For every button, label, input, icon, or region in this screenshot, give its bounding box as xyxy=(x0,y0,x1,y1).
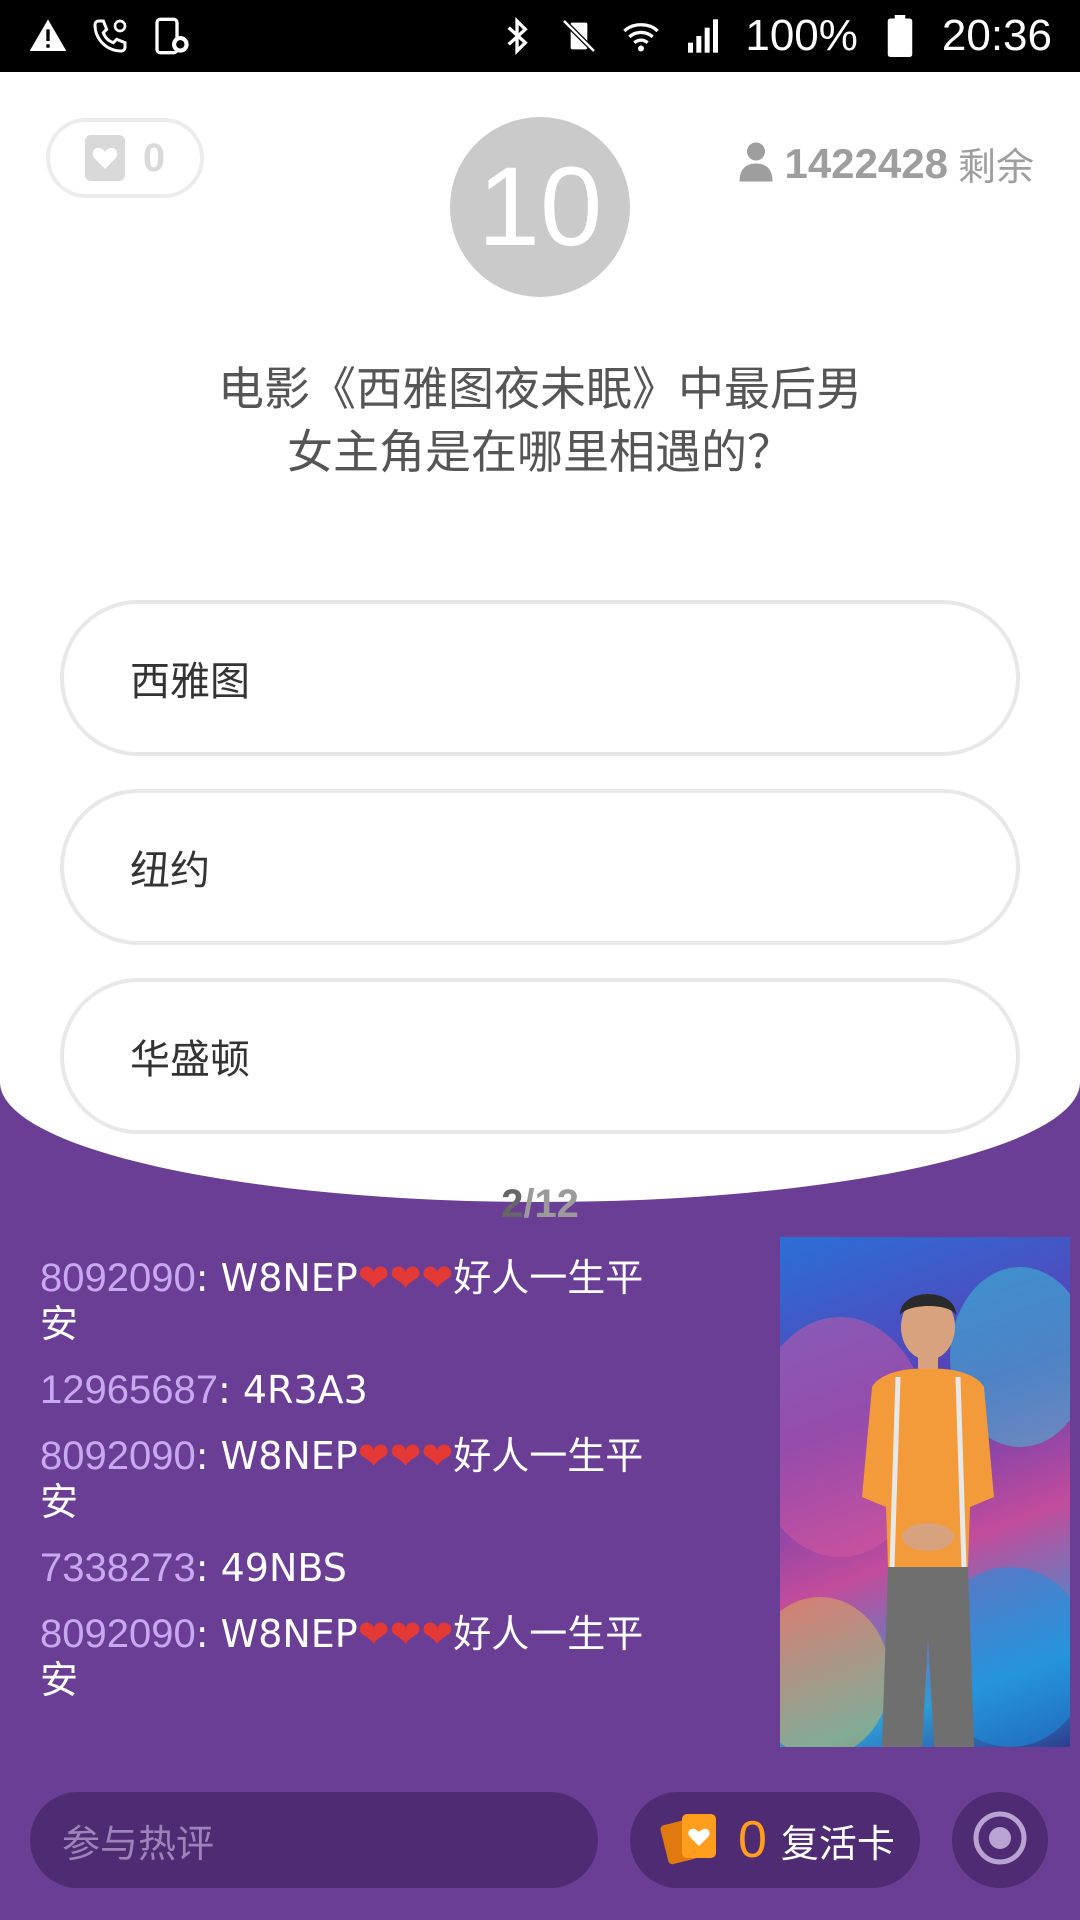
wifi-call-icon xyxy=(90,16,130,56)
progress-total: 12 xyxy=(534,1182,579,1226)
lives-count: 0 xyxy=(142,135,166,180)
remaining-count: 1422428 xyxy=(784,139,948,187)
status-bar: 100% 20:36 xyxy=(0,0,1080,72)
live-chat: 8092090: W8NEP❤❤❤好人一生平安 12965687: 4R3A3 … xyxy=(40,1255,660,1723)
remaining-players: 1422428 剩余 xyxy=(738,136,1034,191)
revive-card-button[interactable]: 0 复活卡 xyxy=(630,1792,920,1888)
comment-placeholder: 参与热评 xyxy=(62,1821,215,1866)
chat-user-id: 8092090 xyxy=(40,1256,196,1300)
chat-text: 4R3A3 xyxy=(242,1368,368,1412)
chat-message: 8092090: W8NEP❤❤❤好人一生平安 xyxy=(40,1433,660,1525)
chat-separator: : xyxy=(195,1612,221,1656)
chat-user-id: 12965687 xyxy=(40,1368,218,1412)
answer-option-3[interactable]: 华盛顿 xyxy=(60,978,1020,1134)
chat-message: 8092090: W8NEP❤❤❤好人一生平安 xyxy=(40,1611,660,1703)
screen-lock-icon xyxy=(152,16,192,56)
chat-separator: : xyxy=(195,1434,221,1478)
answer-option-label: 华盛顿 xyxy=(130,1037,250,1083)
chat-text: 49NBS xyxy=(220,1546,347,1590)
progress-current: 2 xyxy=(501,1182,524,1226)
signal-icon xyxy=(683,16,723,56)
remaining-label: 剩余 xyxy=(957,145,1034,189)
record-button[interactable] xyxy=(952,1792,1048,1888)
person-icon xyxy=(738,141,774,187)
revive-card-icon xyxy=(660,1810,724,1870)
answer-option-1[interactable]: 西雅图 xyxy=(60,600,1020,756)
chat-text: W8NEP xyxy=(220,1256,358,1300)
bluetooth-icon xyxy=(497,16,537,56)
chat-separator: : xyxy=(195,1256,221,1300)
answer-option-label: 纽约 xyxy=(130,848,210,894)
progress-separator: / xyxy=(523,1182,535,1226)
chat-message: 12965687: 4R3A3 xyxy=(40,1367,660,1413)
heart-emoji: ❤❤❤ xyxy=(357,1256,454,1300)
record-icon xyxy=(971,1809,1029,1871)
host-video[interactable] xyxy=(780,1237,1070,1747)
chat-separator: : xyxy=(217,1368,243,1412)
wifi-icon xyxy=(621,16,661,56)
clock: 20:36 xyxy=(941,11,1052,60)
warning-icon xyxy=(28,16,68,56)
battery-icon xyxy=(880,15,920,57)
chat-message: 8092090: W8NEP❤❤❤好人一生平安 xyxy=(40,1255,660,1347)
question-text: 电影《西雅图夜未眠》中最后男女主角是在哪里相遇的？ xyxy=(218,362,862,479)
revive-label: 复活卡 xyxy=(780,1821,895,1866)
chat-separator: : xyxy=(195,1546,221,1590)
revive-count: 0 xyxy=(738,1811,767,1869)
heart-emoji: ❤❤❤ xyxy=(357,1434,454,1478)
heart-emoji: ❤❤❤ xyxy=(357,1612,454,1656)
question-progress: 2/12 xyxy=(0,1182,1080,1227)
chat-message: 7338273: 49NBS xyxy=(40,1545,660,1591)
countdown-timer: 10 xyxy=(450,117,630,297)
battery-percentage: 100% xyxy=(745,11,858,60)
chat-text: W8NEP xyxy=(220,1434,358,1478)
extra-lives-badge[interactable]: 0 xyxy=(46,118,204,198)
answer-option-label: 西雅图 xyxy=(130,659,250,705)
answer-option-2[interactable]: 纽约 xyxy=(60,789,1020,945)
chat-text: W8NEP xyxy=(220,1612,358,1656)
heart-card-icon xyxy=(84,135,125,181)
chat-user-id: 8092090 xyxy=(40,1612,196,1656)
comment-input[interactable]: 参与热评 xyxy=(30,1792,598,1888)
chat-user-id: 7338273 xyxy=(40,1546,196,1590)
vibrate-off-icon xyxy=(559,16,599,56)
host-figure xyxy=(780,1267,1070,1747)
chat-user-id: 8092090 xyxy=(40,1434,196,1478)
